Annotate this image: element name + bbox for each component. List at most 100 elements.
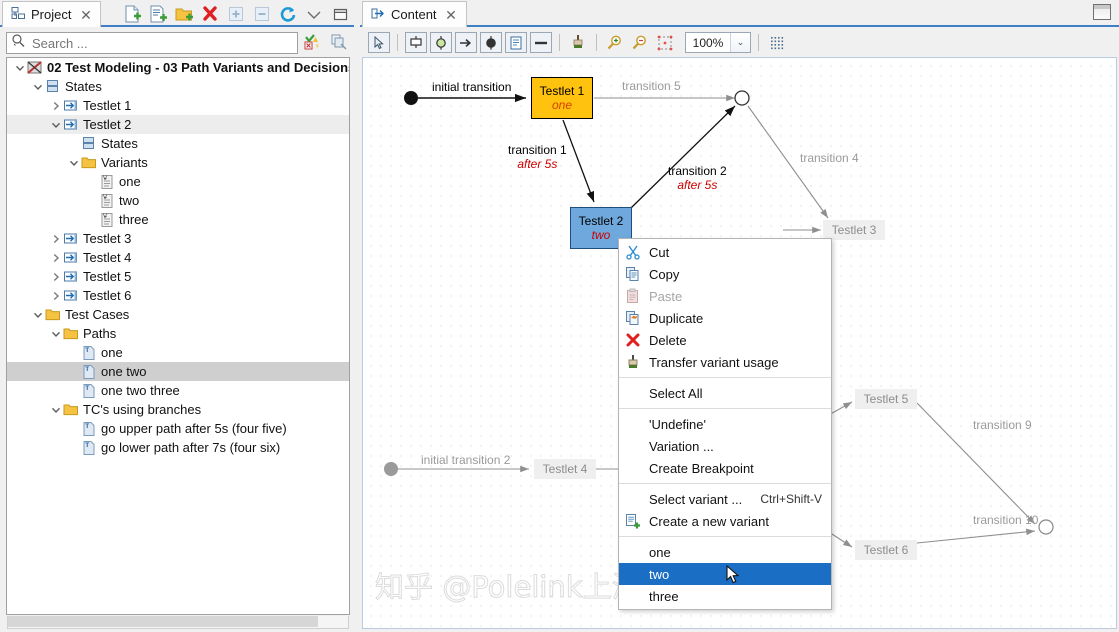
diagram-node-variant: two (591, 228, 611, 242)
tree-item-states[interactable]: States (7, 134, 349, 153)
menu-item-variation[interactable]: Variation ... (619, 435, 831, 457)
close-icon[interactable]: ✕ (79, 8, 92, 22)
edge-label: transition 9 (973, 418, 1032, 432)
diagram-node-t1[interactable]: Testlet 1 one (531, 77, 593, 119)
menu-item-delete[interactable]: Delete (619, 329, 831, 351)
menu-item-create-a-new-variant[interactable]: Create a new variant (619, 510, 831, 532)
format-painter-icon[interactable] (567, 32, 589, 53)
project-tree[interactable]: 02 Test Modeling - 03 Path Variants and … (6, 57, 350, 615)
new-document-icon[interactable] (148, 4, 168, 24)
tree-item-02-test-modeling-03-path-variants-and-decisions[interactable]: 02 Test Modeling - 03 Path Variants and … (7, 58, 349, 77)
menu-item-shortcut: Ctrl+Shift-V (760, 492, 822, 506)
edge-label-text: initial transition 2 (421, 453, 511, 467)
chevron-down-icon[interactable]: ⌄ (730, 33, 750, 52)
menu-item-two[interactable]: two (619, 563, 831, 585)
link-with-editor-icon[interactable] (330, 33, 350, 53)
zoom-out-icon[interactable] (629, 32, 651, 53)
menu-item-select-all[interactable]: Select All (619, 382, 831, 404)
tree-item-label: TC's using branches (83, 402, 202, 417)
tree-item-label: one two three (101, 383, 180, 398)
maximize-icon[interactable] (1093, 4, 1111, 20)
project-toolbar (122, 2, 350, 25)
new-folder-icon[interactable] (174, 4, 194, 24)
tab-project[interactable]: Project ✕ (2, 1, 102, 27)
tree-item-three[interactable]: Vthree (7, 210, 349, 229)
tab-content[interactable]: Content ✕ (362, 1, 467, 27)
context-menu[interactable]: Cut Copy Paste Duplicate Delete Transfer vari… (618, 238, 832, 610)
scrollbar-thumb[interactable] (8, 616, 318, 627)
select-tool-icon[interactable] (368, 32, 390, 53)
tree-item-testlet-3[interactable]: Testlet 3 (7, 229, 349, 248)
chevron-down-icon[interactable] (13, 58, 27, 77)
state-tool-icon[interactable] (405, 32, 427, 53)
validate-icon[interactable] (304, 33, 324, 53)
transition-tool-icon[interactable] (455, 32, 477, 53)
search-input[interactable] (30, 34, 280, 52)
menu-item-undefine[interactable]: 'Undefine' (619, 413, 831, 435)
tree-item-tc-s-using-branches[interactable]: TC's using branches (7, 400, 349, 419)
expand-all-icon[interactable] (226, 4, 246, 24)
menu-item-three[interactable]: three (619, 585, 831, 607)
note-tool-icon[interactable] (505, 32, 527, 53)
chevron-down-icon[interactable] (31, 77, 45, 96)
tree-item-go-upper-path-after-5s-four-five[interactable]: Tgo upper path after 5s (four five) (7, 419, 349, 438)
menu-item-duplicate[interactable]: Duplicate (619, 307, 831, 329)
menu-item-cut[interactable]: Cut (619, 241, 831, 263)
search-row (0, 30, 354, 56)
final-state-tool-icon[interactable] (480, 32, 502, 53)
folder-icon (63, 326, 79, 342)
close-icon[interactable]: ✕ (445, 8, 458, 22)
menu-item-create-breakpoint[interactable]: Create Breakpoint (619, 457, 831, 479)
tree-item-testlet-6[interactable]: Testlet 6 (7, 286, 349, 305)
maximize-icon[interactable] (330, 4, 350, 24)
delete-icon[interactable] (200, 4, 220, 24)
tree-item-one[interactable]: Tone (7, 343, 349, 362)
diagram-node-t5[interactable]: Testlet 5 (855, 389, 917, 409)
grid-icon[interactable] (766, 32, 788, 53)
chevron-right-icon[interactable] (49, 96, 63, 115)
chevron-down-icon[interactable] (49, 400, 63, 419)
chevron-right-icon[interactable] (49, 267, 63, 286)
menu-item-one[interactable]: one (619, 541, 831, 563)
tree-item-two[interactable]: Vtwo (7, 191, 349, 210)
node-tool-icon[interactable] (430, 32, 452, 53)
diagram-node-t6[interactable]: Testlet 6 (855, 540, 917, 560)
tree-item-testlet-5[interactable]: Testlet 5 (7, 267, 349, 286)
chevron-down-icon[interactable] (49, 115, 63, 134)
tree-item-test-cases[interactable]: Test Cases (7, 305, 349, 324)
project-tree-hscrollbar[interactable] (7, 616, 349, 629)
zoom-fit-icon[interactable] (654, 32, 676, 53)
tree-item-variants[interactable]: Variants (7, 153, 349, 172)
chevron-right-icon[interactable] (49, 286, 63, 305)
chevron-down-icon[interactable] (31, 305, 45, 324)
testcase-icon: T (81, 383, 97, 399)
tree-item-one-two-three[interactable]: Tone two three (7, 381, 349, 400)
menu-item-transfer-variant-usage[interactable]: Transfer variant usage (619, 351, 831, 373)
tree-item-states[interactable]: States (7, 77, 349, 96)
diagram-node-t4[interactable]: Testlet 4 (534, 459, 596, 479)
search-box[interactable] (6, 32, 298, 54)
menu-item-label: Variation ... (649, 438, 714, 454)
menu-item-copy[interactable]: Copy (619, 263, 831, 285)
tree-item-testlet-1[interactable]: Testlet 1 (7, 96, 349, 115)
chevron-right-icon[interactable] (49, 248, 63, 267)
chevron-right-icon[interactable] (49, 229, 63, 248)
tree-item-one[interactable]: Vone (7, 172, 349, 191)
new-file-icon[interactable] (122, 4, 142, 24)
tree-item-one-two[interactable]: Tone two (7, 362, 349, 381)
tree-item-testlet-4[interactable]: Testlet 4 (7, 248, 349, 267)
chevron-down-icon[interactable] (49, 324, 63, 343)
collapse-all-icon[interactable] (252, 4, 272, 24)
tree-item-go-lower-path-after-7s-four-six[interactable]: Tgo lower path after 7s (four six) (7, 438, 349, 457)
zoom-level-combo[interactable]: 100% ⌄ (685, 32, 751, 53)
tree-item-paths[interactable]: Paths (7, 324, 349, 343)
zoom-in-icon[interactable] (604, 32, 626, 53)
menu-item-select-variant[interactable]: Select variant ... Ctrl+Shift-V (619, 488, 831, 510)
tree-item-testlet-2[interactable]: Testlet 2 (7, 115, 349, 134)
line-tool-icon[interactable] (530, 32, 552, 53)
refresh-icon[interactable] (278, 4, 298, 24)
view-menu-icon[interactable] (304, 4, 324, 24)
chevron-down-icon[interactable] (67, 153, 81, 172)
diagram-node-t3[interactable]: Testlet 3 (823, 220, 885, 240)
